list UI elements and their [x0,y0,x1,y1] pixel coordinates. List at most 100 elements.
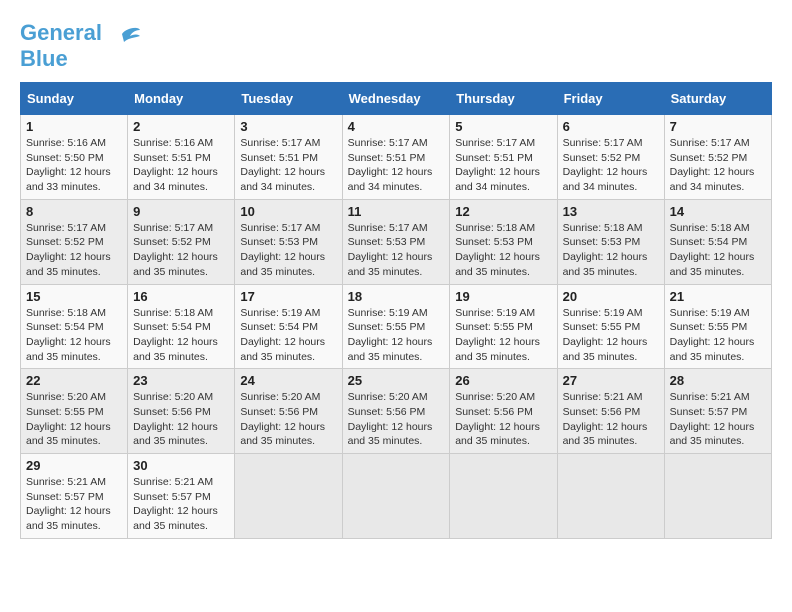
day-info: Sunrise: 5:20 AMSunset: 5:56 PMDaylight:… [240,390,336,449]
calendar-cell: 4 Sunrise: 5:17 AMSunset: 5:51 PMDaylight… [342,115,450,200]
day-number: 3 [240,119,336,134]
calendar-week-5: 29 Sunrise: 5:21 AMSunset: 5:57 PMDayligh… [21,454,772,539]
day-number: 14 [670,204,766,219]
calendar-table: SundayMondayTuesdayWednesdayThursdayFrid… [20,82,772,539]
day-info: Sunrise: 5:18 AMSunset: 5:54 PMDaylight:… [670,221,766,280]
day-info: Sunrise: 5:16 AMSunset: 5:50 PMDaylight:… [26,136,122,195]
day-info: Sunrise: 5:20 AMSunset: 5:56 PMDaylight:… [455,390,551,449]
day-number: 12 [455,204,551,219]
calendar-cell: 14 Sunrise: 5:18 AMSunset: 5:54 PMDayligh… [664,199,771,284]
day-number: 5 [455,119,551,134]
col-header-sunday: Sunday [21,83,128,115]
day-info: Sunrise: 5:17 AMSunset: 5:52 PMDaylight:… [563,136,659,195]
day-info: Sunrise: 5:17 AMSunset: 5:51 PMDaylight:… [348,136,445,195]
day-info: Sunrise: 5:21 AMSunset: 5:56 PMDaylight:… [563,390,659,449]
calendar-cell: 8Sunrise: 5:17 AMSunset: 5:52 PMDaylight… [21,199,128,284]
col-header-saturday: Saturday [664,83,771,115]
day-number: 27 [563,373,659,388]
calendar-cell: 22 Sunrise: 5:20 AMSunset: 5:55 PMDayligh… [21,369,128,454]
page-header: General Blue [20,20,772,72]
day-info: Sunrise: 5:17 AMSunset: 5:52 PMDaylight:… [670,136,766,195]
calendar-cell: 27 Sunrise: 5:21 AMSunset: 5:56 PMDayligh… [557,369,664,454]
day-info: Sunrise: 5:19 AMSunset: 5:54 PMDaylight:… [240,306,336,365]
logo-blue: Blue [20,46,68,71]
day-info: Sunrise: 5:17 AMSunset: 5:52 PMDaylight:… [133,221,229,280]
day-number: 2 [133,119,229,134]
day-info: Sunrise: 5:21 AMSunset: 5:57 PMDaylight:… [133,475,229,534]
col-header-thursday: Thursday [450,83,557,115]
calendar-cell: 16 Sunrise: 5:18 AMSunset: 5:54 PMDayligh… [128,284,235,369]
logo-bird-icon [104,26,140,56]
day-info: Sunrise: 5:18 AMSunset: 5:53 PMDaylight:… [563,221,659,280]
day-info: Sunrise: 5:21 AMSunset: 5:57 PMDaylight:… [670,390,766,449]
day-info: Sunrise: 5:17 AMSunset: 5:53 PMDaylight:… [240,221,336,280]
day-info: Sunrise: 5:18 AMSunset: 5:54 PMDaylight:… [133,306,229,365]
col-header-tuesday: Tuesday [235,83,342,115]
day-number: 17 [240,289,336,304]
day-info: Sunrise: 5:19 AMSunset: 5:55 PMDaylight:… [563,306,659,365]
day-info: Sunrise: 5:19 AMSunset: 5:55 PMDaylight:… [455,306,551,365]
day-info: Sunrise: 5:19 AMSunset: 5:55 PMDaylight:… [348,306,445,365]
calendar-cell: 10 Sunrise: 5:17 AMSunset: 5:53 PMDayligh… [235,199,342,284]
calendar-cell: 1 Sunrise: 5:16 AMSunset: 5:50 PMDaylight… [21,115,128,200]
calendar-cell: 23 Sunrise: 5:20 AMSunset: 5:56 PMDayligh… [128,369,235,454]
calendar-cell: 26Sunrise: 5:20 AMSunset: 5:56 PMDayligh… [450,369,557,454]
calendar-cell: 18 Sunrise: 5:19 AMSunset: 5:55 PMDayligh… [342,284,450,369]
calendar-cell: 9 Sunrise: 5:17 AMSunset: 5:52 PMDaylight… [128,199,235,284]
day-number: 7 [670,119,766,134]
calendar-cell [664,454,771,539]
day-number: 15 [26,289,122,304]
calendar-cell: 19 Sunrise: 5:19 AMSunset: 5:55 PMDayligh… [450,284,557,369]
day-info: Sunrise: 5:20 AMSunset: 5:56 PMDaylight:… [348,390,445,449]
day-info: Sunrise: 5:20 AMSunset: 5:56 PMDaylight:… [133,390,229,449]
calendar-cell: 11 Sunrise: 5:17 AMSunset: 5:53 PMDayligh… [342,199,450,284]
calendar-cell: 13 Sunrise: 5:18 AMSunset: 5:53 PMDayligh… [557,199,664,284]
calendar-cell: 25 Sunrise: 5:20 AMSunset: 5:56 PMDayligh… [342,369,450,454]
day-info: Sunrise: 5:16 AMSunset: 5:51 PMDaylight:… [133,136,229,195]
day-number: 23 [133,373,229,388]
col-header-friday: Friday [557,83,664,115]
day-number: 22 [26,373,122,388]
calendar-cell: 12 Sunrise: 5:18 AMSunset: 5:53 PMDayligh… [450,199,557,284]
day-number: 29 [26,458,122,473]
day-number: 1 [26,119,122,134]
day-number: 30 [133,458,229,473]
calendar-cell [450,454,557,539]
day-info: Sunrise: 5:21 AMSunset: 5:57 PMDaylight:… [26,475,122,534]
calendar-cell: 5Sunrise: 5:17 AMSunset: 5:51 PMDaylight… [450,115,557,200]
day-number: 8 [26,204,122,219]
day-number: 16 [133,289,229,304]
day-info: Sunrise: 5:18 AMSunset: 5:53 PMDaylight:… [455,221,551,280]
calendar-cell: 21 Sunrise: 5:19 AMSunset: 5:55 PMDayligh… [664,284,771,369]
day-info: Sunrise: 5:19 AMSunset: 5:55 PMDaylight:… [670,306,766,365]
day-number: 21 [670,289,766,304]
day-number: 19 [455,289,551,304]
calendar-cell: 20 Sunrise: 5:19 AMSunset: 5:55 PMDayligh… [557,284,664,369]
day-info: Sunrise: 5:17 AMSunset: 5:53 PMDaylight:… [348,221,445,280]
calendar-cell: 30 Sunrise: 5:21 AMSunset: 5:57 PMDayligh… [128,454,235,539]
calendar-cell: 6Sunrise: 5:17 AMSunset: 5:52 PMDaylight… [557,115,664,200]
col-header-wednesday: Wednesday [342,83,450,115]
logo-text: General Blue [20,20,102,72]
calendar-cell: 2 Sunrise: 5:16 AMSunset: 5:51 PMDaylight… [128,115,235,200]
day-info: Sunrise: 5:18 AMSunset: 5:54 PMDaylight:… [26,306,122,365]
day-info: Sunrise: 5:17 AMSunset: 5:51 PMDaylight:… [240,136,336,195]
calendar-cell [342,454,450,539]
day-number: 13 [563,204,659,219]
logo: General Blue [20,20,140,72]
day-info: Sunrise: 5:20 AMSunset: 5:55 PMDaylight:… [26,390,122,449]
calendar-cell: 15 Sunrise: 5:18 AMSunset: 5:54 PMDayligh… [21,284,128,369]
day-number: 20 [563,289,659,304]
day-number: 4 [348,119,445,134]
calendar-week-3: 15 Sunrise: 5:18 AMSunset: 5:54 PMDayligh… [21,284,772,369]
calendar-cell [557,454,664,539]
col-header-monday: Monday [128,83,235,115]
logo-general: General [20,20,102,45]
day-number: 10 [240,204,336,219]
day-number: 11 [348,204,445,219]
day-number: 9 [133,204,229,219]
day-number: 18 [348,289,445,304]
day-number: 25 [348,373,445,388]
calendar-cell: 3 Sunrise: 5:17 AMSunset: 5:51 PMDaylight… [235,115,342,200]
calendar-cell [235,454,342,539]
